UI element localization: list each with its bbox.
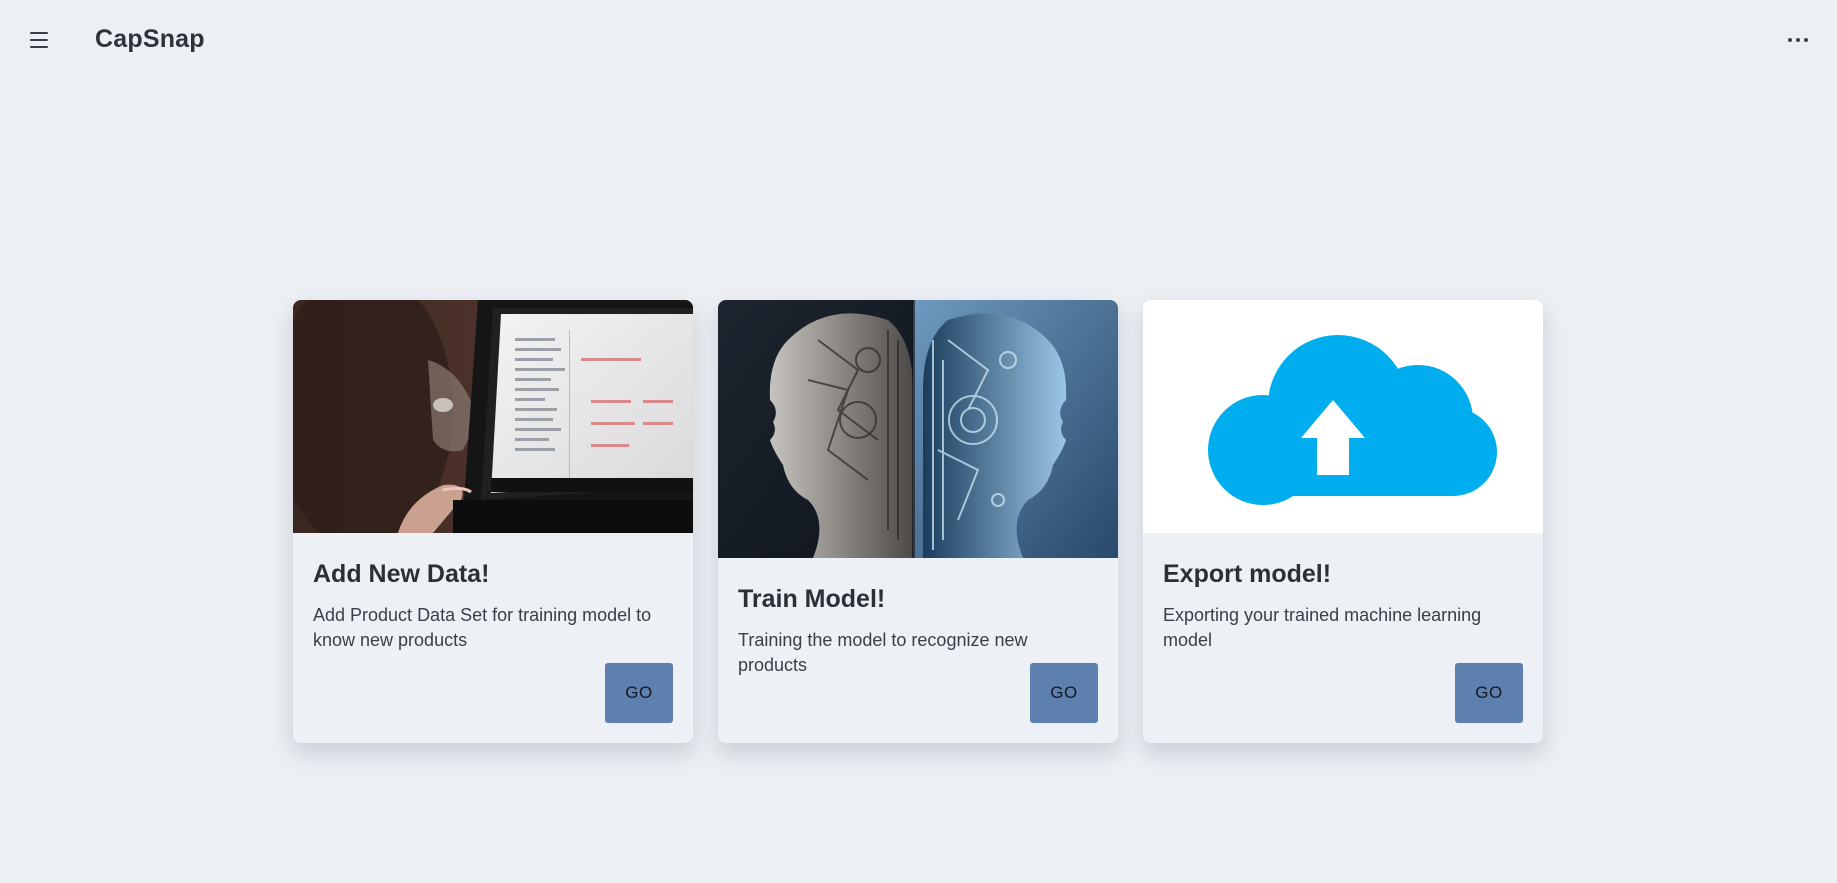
card-train-model: Train Model! Training the model to recog… — [718, 300, 1118, 743]
action-cards: Add New Data! Add Product Data Set for t… — [293, 300, 1543, 745]
more-options-icon[interactable] — [1782, 30, 1814, 50]
card-title: Export model! — [1163, 560, 1332, 588]
hamburger-menu-icon[interactable] — [26, 28, 54, 52]
cloud-upload-icon — [1143, 300, 1543, 533]
card-description: Exporting your trained machine learning … — [1163, 605, 1482, 650]
card-description: Add Product Data Set for training model … — [313, 605, 652, 650]
person-using-laptop-photo — [293, 300, 693, 533]
ai-robot-heads-illustration — [718, 300, 1118, 558]
go-button-add-data[interactable]: GO — [605, 663, 673, 723]
card-title: Add New Data! — [313, 560, 490, 588]
card-add-new-data: Add New Data! Add Product Data Set for t… — [293, 300, 693, 743]
card-title: Train Model! — [738, 585, 886, 613]
app-title: CapSnap — [95, 25, 205, 53]
go-button-train-model[interactable]: GO — [1030, 663, 1098, 723]
card-export-model: Export model! Exporting your trained mac… — [1143, 300, 1543, 743]
go-button-export-model[interactable]: GO — [1455, 663, 1523, 723]
top-app-bar: CapSnap — [0, 0, 1837, 82]
